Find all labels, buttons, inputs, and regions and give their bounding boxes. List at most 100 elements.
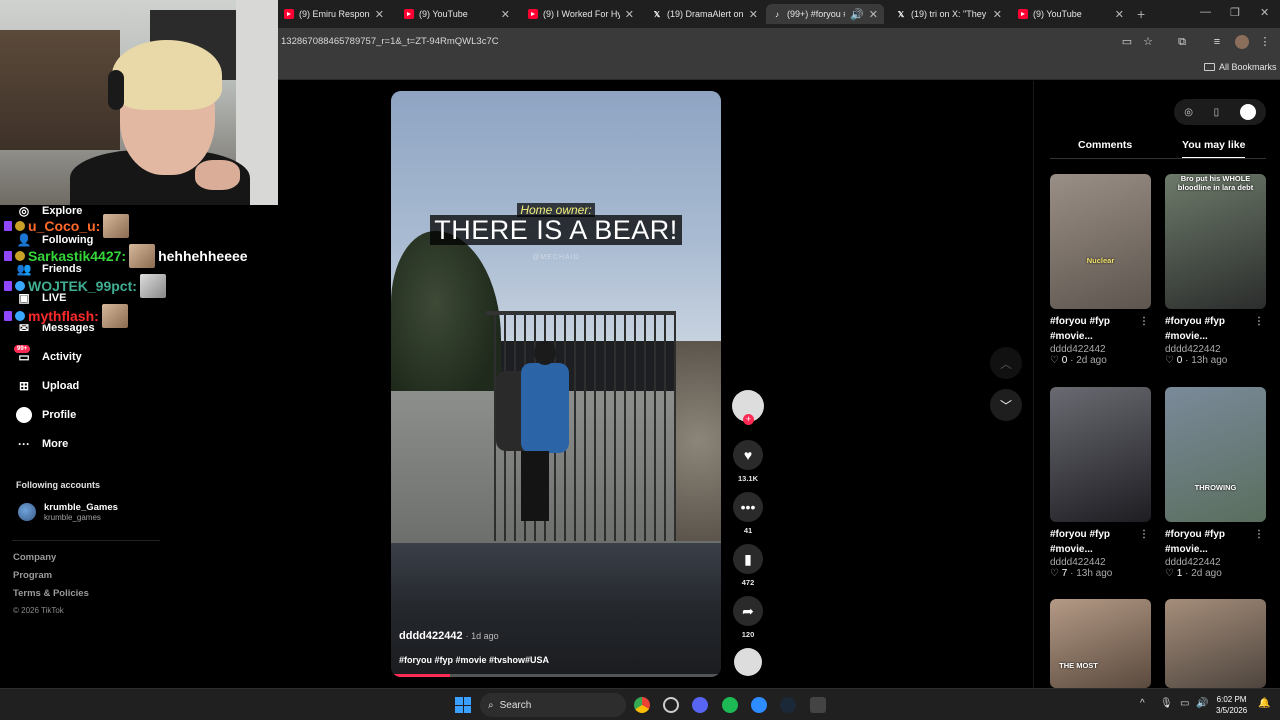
comment-count: 41 [743,526,753,535]
chat-badge-icon [4,251,12,261]
youtube-icon [1018,9,1028,19]
discord-icon[interactable] [692,697,708,713]
more-options-icon[interactable]: ⋮ [1254,314,1264,329]
sidebar-item-upload[interactable]: ⊞ Upload [16,376,79,396]
video-card[interactable]: Bro put his WHOLE bloodline in lara debt… [1165,174,1266,366]
video-card[interactable]: #foryou #fyp #movie... ⋮ dddd422442 ♡ 7 … [1050,387,1151,579]
video-thumbnail[interactable]: THE MOST [1050,599,1151,688]
more-options-icon[interactable]: ⋮ [1254,527,1264,542]
video-thumbnail[interactable]: Bro put his WHOLE bloodline in lara debt [1165,174,1266,309]
video-thumbnail[interactable] [1165,599,1266,688]
video-progress-bar[interactable] [391,674,721,677]
network-icon[interactable]: ▭ [1180,698,1189,709]
sidebar-item-more[interactable]: ··· More [16,434,68,454]
follow-plus-icon[interactable]: + [743,414,754,425]
like-button[interactable]: ♥ 13.1K [732,440,764,483]
chevron-up-icon[interactable]: ^ [1140,698,1145,709]
taskbar-search[interactable]: ⌕ Search [480,693,626,717]
speaker-icon[interactable]: 🔊 [850,8,864,21]
video-thumbnail[interactable] [1050,387,1151,522]
extensions-icon[interactable]: ⧉ [1175,35,1189,49]
close-icon[interactable]: ✕ [625,8,634,21]
windows-start-icon[interactable] [455,697,471,713]
video-card-age: · 2d ago [1185,568,1222,579]
video-card[interactable]: THE MOST [1050,599,1151,688]
footer-link-company[interactable]: Company [13,552,56,563]
youtube-icon [528,9,538,19]
all-bookmarks-button[interactable]: All Bookmarks [1204,62,1277,72]
save-count: 472 [741,578,755,587]
chrome-icon[interactable] [634,697,650,713]
minimize-icon[interactable]: — [1200,6,1211,18]
browser-tab[interactable]: (9) YouTube ✕ [398,4,516,24]
url-field[interactable]: 132867088465789757_r=1&_t=ZT-94RmQWL3c7C [281,36,499,47]
tab-label: (9) Emiru Responds to [299,9,370,19]
volume-icon[interactable]: 🔊 [1196,698,1208,709]
close-window-icon[interactable]: ✕ [1260,6,1269,19]
toggle-icon[interactable] [1239,104,1256,120]
sidebar-item-profile[interactable]: Profile [16,405,76,425]
steam-icon[interactable] [780,697,796,713]
app-icon[interactable] [751,697,767,713]
folder-icon [1204,63,1215,71]
more-options-icon[interactable]: ⋮ [1139,527,1149,542]
webcam-headphones [108,70,124,110]
notification-icon[interactable]: 🔔 [1258,698,1270,709]
video-card[interactable] [1165,599,1266,688]
following-account-item[interactable]: krumble_Games krumble_games [18,502,118,522]
thumbnail-text: Nuclear [1086,256,1115,265]
clock-app-icon[interactable] [663,697,679,713]
sidebar-item-activity[interactable]: ▭ 99+ Activity [14,345,82,367]
x-icon: 𝕏 [897,9,905,19]
browser-tab[interactable]: 𝕏 (19) tri on X: "They d ✕ [890,4,1008,24]
creator-avatar-button[interactable]: + [732,390,764,425]
close-icon[interactable]: ✕ [375,8,384,21]
video-card[interactable]: Nuclear #foryou #fyp #movie... ⋮ dddd422… [1050,174,1151,366]
previous-video-button[interactable]: ︿ [990,347,1022,379]
new-tab-button[interactable]: + [1137,6,1145,22]
chat-text: hehhehheeee [158,248,248,264]
browser-tab-active[interactable]: ♪ (99+) #foryou #fy 🔊 ✕ [766,4,884,24]
comment-button[interactable]: ••• 41 [732,492,764,535]
close-icon[interactable]: ✕ [869,8,878,21]
video-card-title: #foryou #fyp #movie... ⋮ [1050,527,1151,557]
kebab-menu-icon[interactable]: ⋮ [1258,35,1272,49]
close-icon[interactable]: ✕ [993,8,1002,21]
browser-tab[interactable]: (9) I Worked For Hyu ✕ [522,4,640,24]
subscriber-badge-icon [15,221,25,231]
music-disc-button[interactable] [732,648,764,676]
maximize-icon[interactable]: ❐ [1230,6,1240,19]
spotify-icon[interactable] [722,697,738,713]
app-icon[interactable] [810,697,826,713]
video-card-age: · 2d ago [1070,355,1107,366]
browser-tab[interactable]: (9) YouTube ✕ [1012,4,1130,24]
footer-link-program[interactable]: Program [13,570,52,581]
star-icon[interactable]: ☆ [1141,35,1155,49]
video-thumbnail[interactable]: THROWING [1165,387,1266,522]
footer-link-terms[interactable]: Terms & Policies [13,588,89,599]
video-author[interactable]: dddd422442 · 1d ago [399,630,499,642]
next-video-button[interactable]: ﹀ [990,389,1022,421]
tab-comments[interactable]: Comments [1078,139,1132,151]
video-hashtags[interactable]: #foryou #fyp #movie #tvshow#USA [399,655,549,665]
tab-you-may-like[interactable]: You may like [1182,139,1246,159]
close-icon[interactable]: ✕ [501,8,510,21]
compass-icon[interactable]: ◎ [1184,107,1193,118]
browser-profile-avatar[interactable] [1235,35,1249,49]
video-player[interactable]: Home owner: THERE IS A BEAR! @MECHAID dd… [391,91,721,677]
video-thumbnail[interactable]: Nuclear [1050,174,1151,309]
media-icon[interactable]: ≡ [1210,35,1224,49]
webcam-streamer-hand [195,160,240,190]
microphone-icon[interactable]: 🎙 [1160,698,1173,709]
browser-tab[interactable]: 𝕏 (19) DramaAlert on X ✕ [646,4,764,24]
more-options-icon[interactable]: ⋮ [1139,314,1149,329]
browser-tab[interactable]: (9) Emiru Responds to ✕ [278,4,390,24]
save-button[interactable]: ▮ 472 [732,544,764,587]
system-clock[interactable]: 6:02 PM 3/5/2026 [1216,694,1247,716]
close-icon[interactable]: ✕ [1115,8,1124,21]
video-card[interactable]: THROWING #foryou #fyp #movie... ⋮ dddd42… [1165,387,1266,579]
close-icon[interactable]: ✕ [749,8,758,21]
device-icon[interactable]: ▯ [1214,107,1220,118]
cast-icon[interactable]: ▭ [1120,35,1134,49]
share-button[interactable]: ➦ 120 [732,596,764,639]
